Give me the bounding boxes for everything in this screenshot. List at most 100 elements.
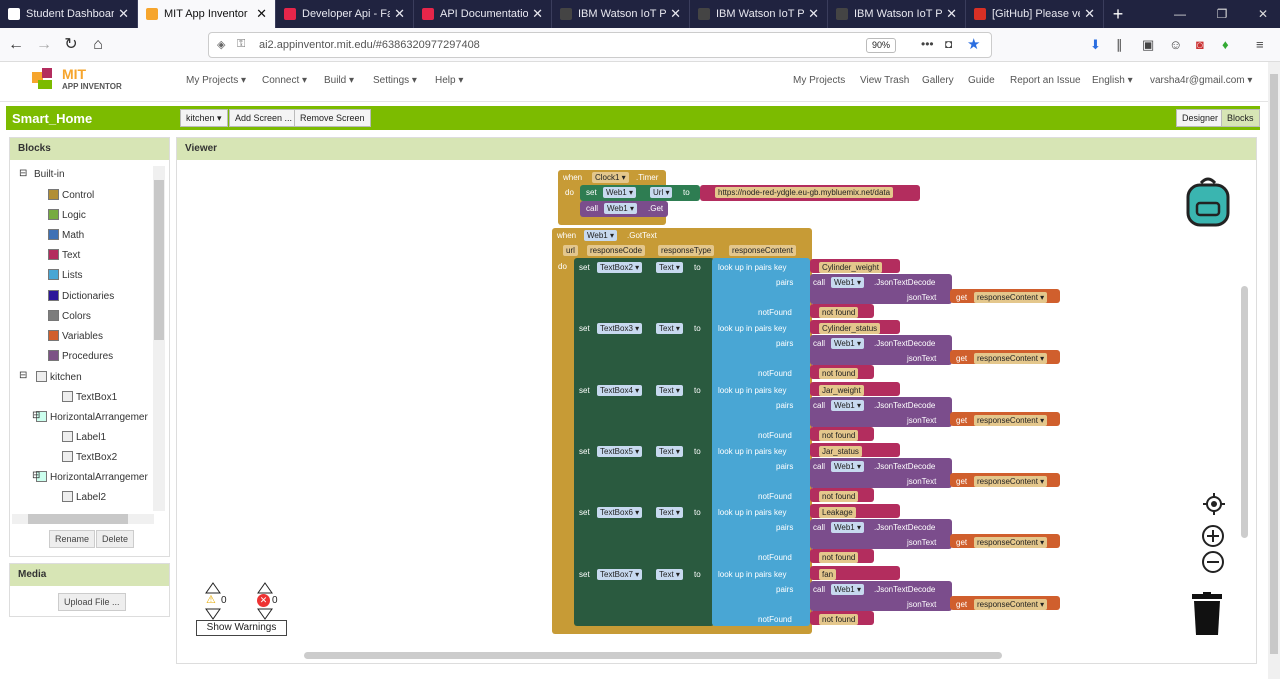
menu-my-projects[interactable]: My Projects ▾: [186, 75, 246, 86]
screen-select[interactable]: kitchen ▾: [180, 109, 228, 127]
close-tab-icon[interactable]: ✕: [394, 6, 405, 22]
delete-button[interactable]: Delete: [96, 530, 135, 548]
minimize-icon[interactable]: —: [1165, 0, 1195, 28]
zoom-level[interactable]: 90%: [866, 38, 896, 53]
designer-button[interactable]: Designer: [1176, 109, 1225, 127]
close-window-icon[interactable]: ✕: [1248, 0, 1278, 28]
browser-tab[interactable]: IBM Watson IoT Pla ✕: [552, 0, 690, 28]
more-icon[interactable]: •••: [921, 37, 934, 51]
category-logic[interactable]: Logic: [48, 209, 86, 221]
jsontext-label-text: jsonText: [907, 293, 937, 302]
close-tab-icon[interactable]: ✕: [1084, 6, 1095, 22]
notfound-label: notFound: [758, 552, 792, 563]
close-tab-icon[interactable]: ✕: [256, 6, 267, 22]
category-colors[interactable]: Colors: [48, 309, 91, 322]
reload-icon[interactable]: ↻: [61, 35, 81, 55]
collapse-icon[interactable]: ⊟: [19, 168, 27, 179]
browser-tab[interactable]: IBM Watson IoT Pla ✕: [828, 0, 966, 28]
component-label2[interactable]: Label2: [62, 491, 106, 503]
browser-tab[interactable]: Developer Api - Fa ✕: [276, 0, 414, 28]
zoom-out-icon[interactable]: [1201, 550, 1225, 574]
component-textbox1[interactable]: TextBox1: [62, 391, 117, 403]
browser-tab[interactable]: MIT App Inventor ✕: [138, 0, 276, 28]
menu-build[interactable]: Build ▾: [324, 75, 354, 86]
page-scrollbar[interactable]: [1268, 62, 1280, 679]
component-textbox2[interactable]: TextBox2: [62, 451, 117, 463]
zoom-in-icon[interactable]: [1201, 524, 1225, 548]
close-tab-icon[interactable]: ✕: [670, 6, 681, 22]
restore-icon[interactable]: ❐: [1207, 0, 1237, 28]
link-gallery[interactable]: Gallery: [922, 75, 954, 86]
collapse-icon[interactable]: ⊟: [32, 410, 40, 421]
textbox-chip: TextBox2 ▾: [595, 262, 644, 273]
menu-connect[interactable]: Connect ▾: [262, 75, 307, 86]
bookmark-star-icon[interactable]: ★: [967, 35, 980, 53]
browser-tab[interactable]: [GitHub] Please ver ✕: [966, 0, 1104, 28]
trash-icon[interactable]: [1190, 592, 1224, 636]
category-variables[interactable]: Variables: [48, 329, 103, 342]
remove-screen-button[interactable]: Remove Screen: [294, 109, 371, 127]
add-screen-button[interactable]: Add Screen ...: [229, 109, 299, 127]
close-tab-icon[interactable]: ✕: [118, 6, 129, 22]
notfound-value-text: not found: [819, 429, 859, 441]
component-horizontalarrangemer[interactable]: HorizontalArrangemer: [36, 411, 148, 423]
forward-icon[interactable]: →: [34, 35, 54, 55]
browser-tab[interactable]: IBM Watson IoT Pla ✕: [690, 0, 828, 28]
link-guide[interactable]: Guide: [968, 75, 995, 86]
library-icon[interactable]: ∥: [1116, 37, 1123, 53]
category-color-icon: [62, 491, 73, 502]
upload-file-button[interactable]: Upload File ...: [58, 593, 126, 611]
to-label: to: [694, 507, 701, 518]
link-view-trash[interactable]: View Trash: [860, 75, 909, 86]
extension-icon[interactable]: ◙: [1196, 37, 1204, 52]
sidebar-icon[interactable]: ▣: [1142, 37, 1154, 53]
address-bar[interactable]: ◈ ⚿ ai2.appinventor.mit.edu/#63863209772…: [208, 32, 992, 58]
tree-label: Label2: [76, 492, 107, 503]
menu-icon[interactable]: ≡: [1256, 37, 1264, 52]
download-icon[interactable]: ⬇: [1090, 37, 1101, 53]
show-warnings-button[interactable]: Show Warnings: [196, 620, 287, 636]
web-chip-text: Web1 ▾: [831, 583, 864, 595]
pocket-icon[interactable]: ◘: [945, 37, 952, 51]
category-procedures[interactable]: Procedures: [48, 349, 113, 362]
category-text[interactable]: Text: [48, 249, 80, 261]
pairs-label-text: pairs: [776, 523, 794, 533]
workspace-hscrollbar[interactable]: [304, 652, 1002, 659]
backpack-icon[interactable]: [1183, 175, 1233, 227]
decode-label-text: .JsonTextDecode: [874, 278, 936, 287]
browser-tab[interactable]: Student Dashboard ✕: [0, 0, 138, 28]
link-report-issue[interactable]: Report an Issue: [1010, 75, 1081, 86]
component-horizontalarrangemer[interactable]: HorizontalArrangemer: [36, 471, 148, 483]
category-control[interactable]: Control: [48, 189, 94, 201]
category-math[interactable]: Math: [48, 229, 84, 241]
menu-settings[interactable]: Settings ▾: [373, 75, 417, 86]
addon-icon[interactable]: ♦: [1222, 37, 1229, 52]
back-icon[interactable]: ←: [6, 35, 26, 55]
notfound-label: notFound: [758, 430, 792, 441]
recenter-icon[interactable]: [1202, 492, 1226, 516]
component-kitchen[interactable]: kitchen: [36, 371, 82, 383]
blocks-tree-scrollbar[interactable]: [153, 166, 165, 511]
close-tab-icon[interactable]: ✕: [532, 6, 543, 22]
browser-tab[interactable]: API Documentation ✕: [414, 0, 552, 28]
close-tab-icon[interactable]: ✕: [808, 6, 819, 22]
collapse-icon[interactable]: ⊟: [19, 370, 27, 381]
link-my-projects[interactable]: My Projects: [793, 75, 845, 86]
set-web-url-block[interactable]: [580, 185, 700, 201]
workspace-vscrollbar[interactable]: [1241, 286, 1248, 538]
blocks-button[interactable]: Blocks: [1221, 109, 1260, 127]
tree-builtin[interactable]: Built-in: [34, 169, 65, 180]
language-select[interactable]: English ▾: [1092, 75, 1133, 86]
home-icon[interactable]: ⌂: [88, 35, 108, 55]
category-lists[interactable]: Lists: [48, 269, 83, 281]
menu-help[interactable]: Help ▾: [435, 75, 463, 86]
collapse-icon[interactable]: ⊟: [32, 470, 40, 481]
close-tab-icon[interactable]: ✕: [946, 6, 957, 22]
rename-button[interactable]: Rename: [49, 530, 96, 548]
category-dictionaries[interactable]: Dictionaries: [48, 289, 114, 302]
account-menu[interactable]: varsha4r@gmail.com ▾: [1150, 75, 1252, 86]
blocks-tree-hscrollbar[interactable]: [12, 514, 154, 524]
new-tab-icon[interactable]: +: [1104, 0, 1132, 28]
component-label1[interactable]: Label1: [62, 431, 106, 443]
account-icon[interactable]: ☺: [1169, 37, 1182, 52]
